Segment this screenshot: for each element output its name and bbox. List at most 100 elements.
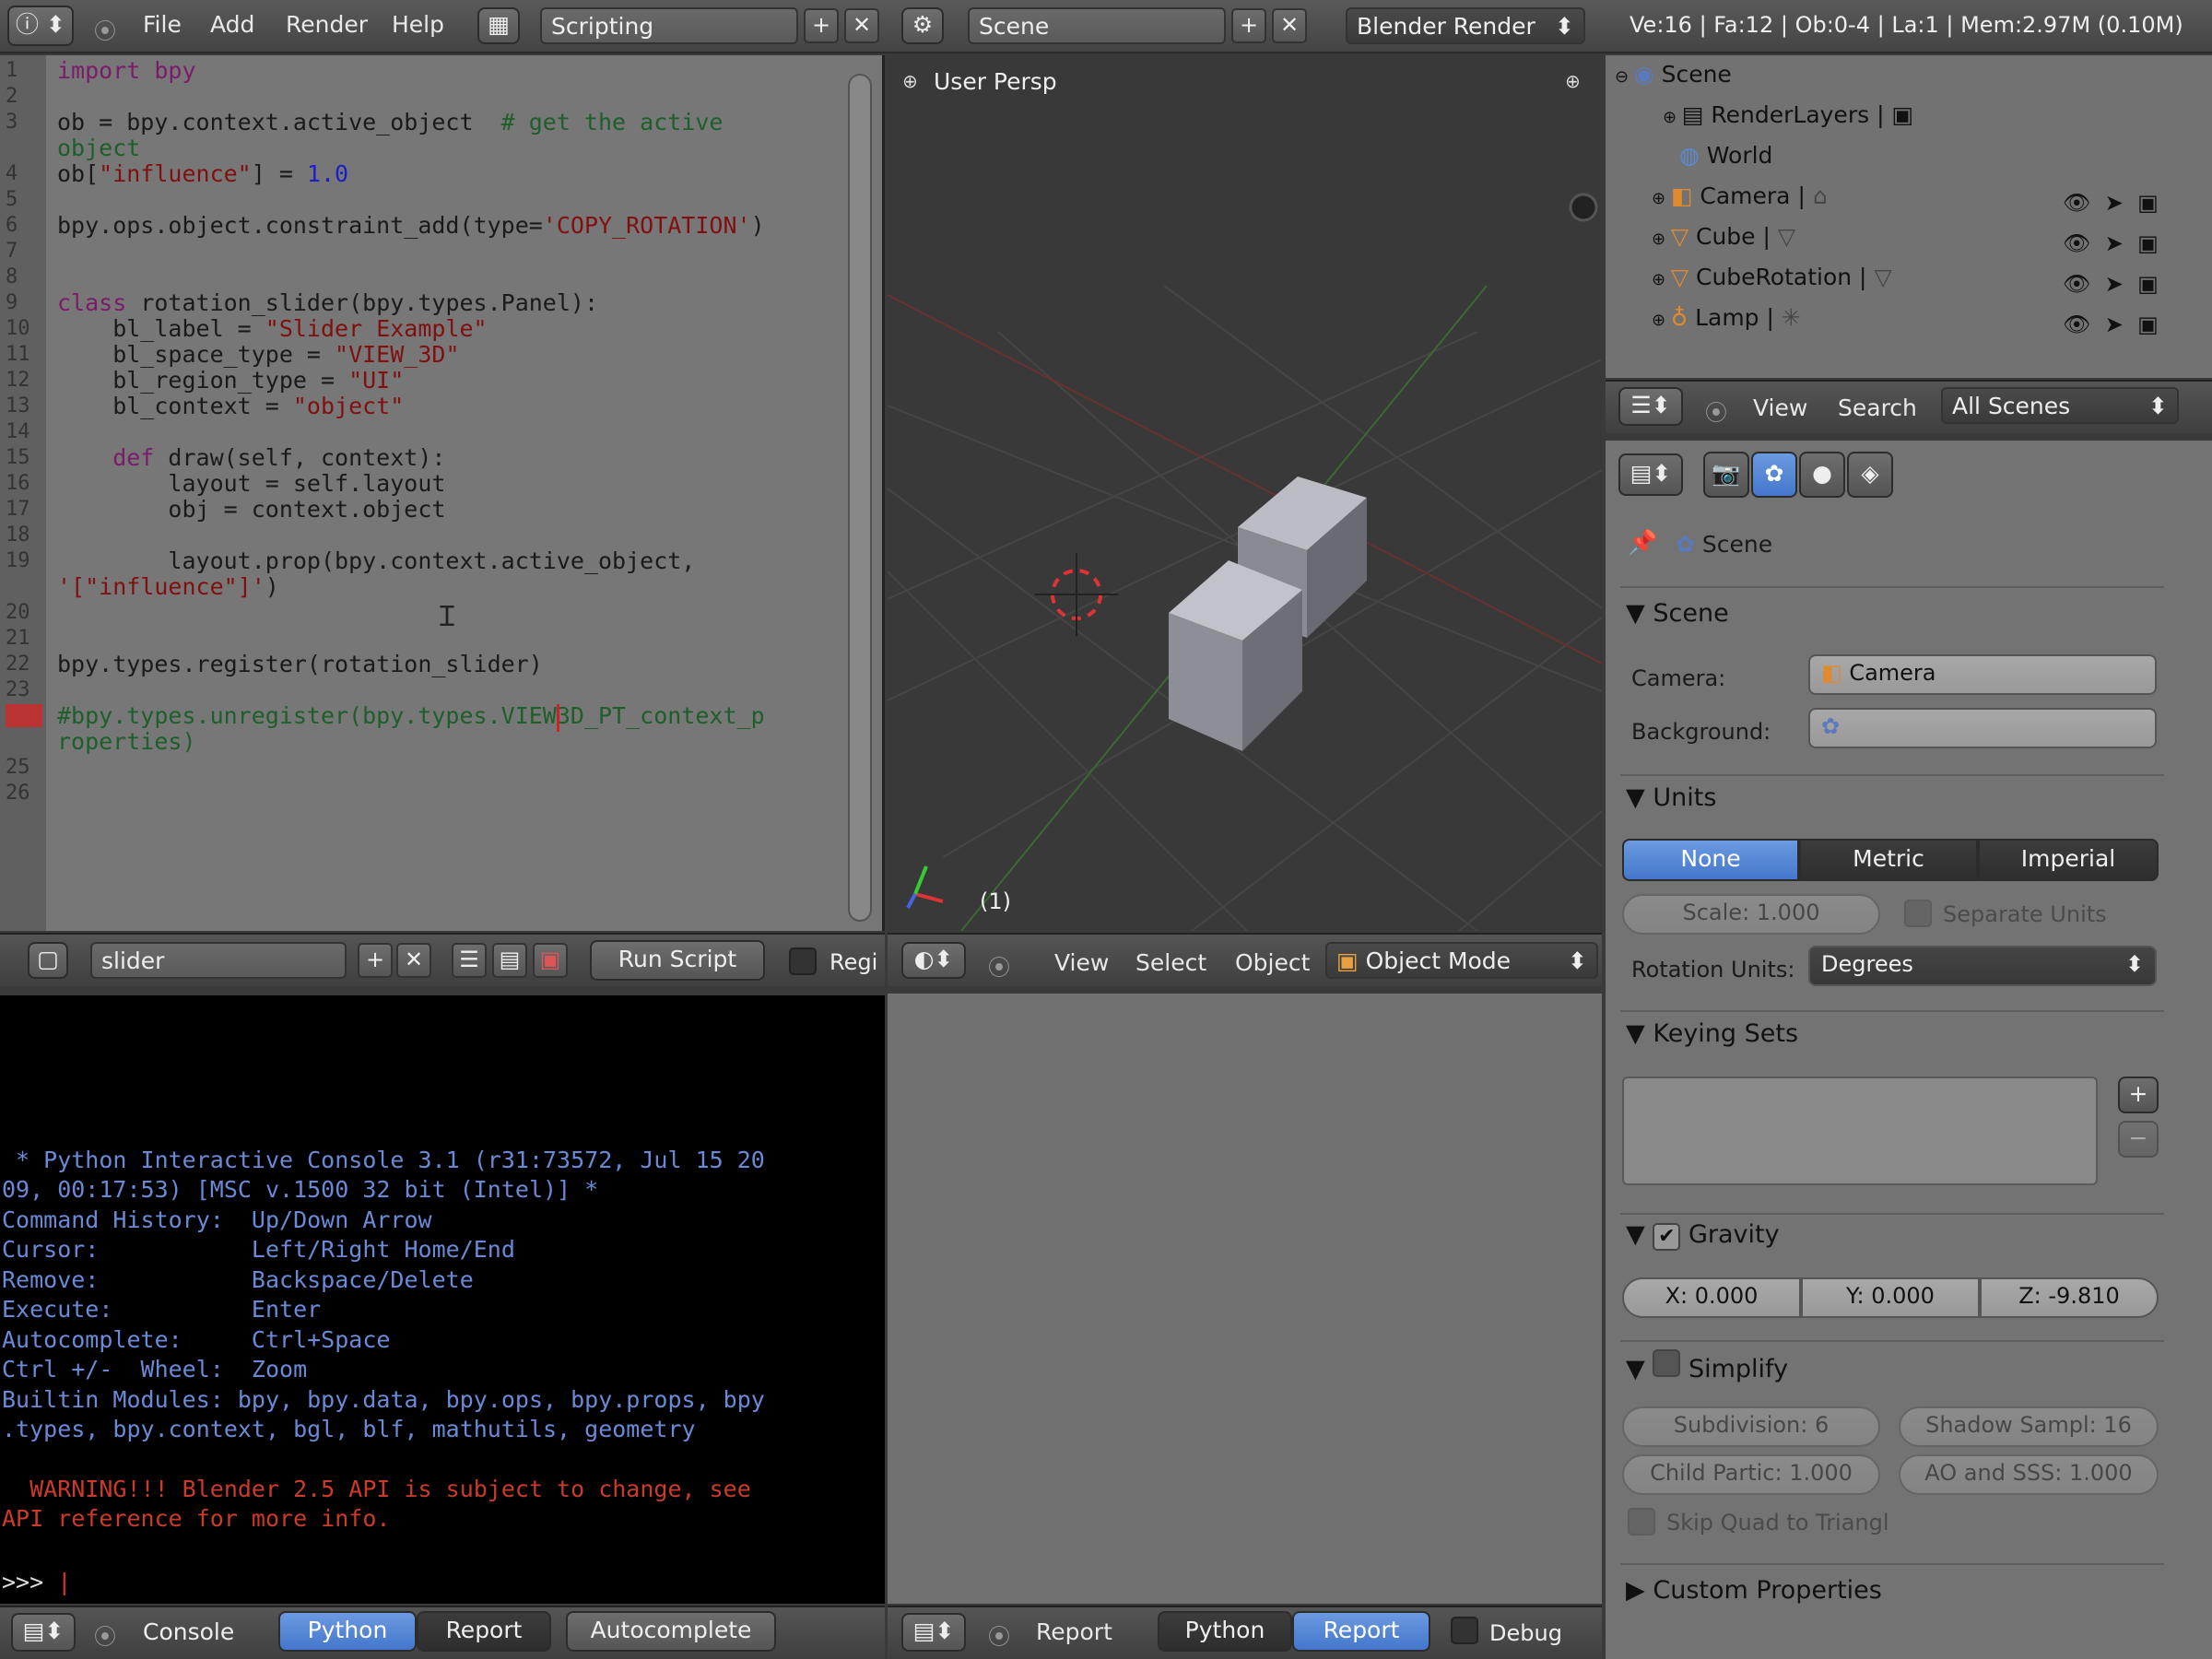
- python-filter-button[interactable]: Python: [1158, 1611, 1292, 1652]
- remove-keying-set-button[interactable]: −: [2118, 1121, 2159, 1158]
- panel-header-scene[interactable]: ▼ Scene: [1626, 599, 1729, 628]
- visibility-eye-icon[interactable]: 👁: [2063, 271, 2090, 297]
- code-line[interactable]: ob["influence"] = 1.0: [57, 160, 348, 187]
- units-imperial-button[interactable]: Imperial: [1978, 839, 2159, 881]
- register-checkbox[interactable]: [789, 947, 817, 975]
- render-tab-icon[interactable]: 📷: [1703, 452, 1749, 498]
- code-line[interactable]: layout = self.layout: [57, 470, 445, 497]
- text-datablock-field[interactable]: slider: [90, 942, 347, 979]
- code-line[interactable]: ob = bpy.context.active_object # get the…: [57, 109, 723, 135]
- editor-scrollbar[interactable]: [848, 74, 872, 922]
- units-metric-button[interactable]: Metric: [1799, 839, 1978, 881]
- menu-view[interactable]: View: [1753, 394, 1807, 421]
- autocomplete-button[interactable]: Autocomplete: [566, 1611, 776, 1652]
- gravity-z-field[interactable]: Z: -9.810: [1980, 1277, 2159, 1318]
- scene-tab-icon[interactable]: ✿: [1751, 452, 1797, 498]
- gravity-x-field[interactable]: X: 0.000: [1622, 1277, 1801, 1318]
- menu-search[interactable]: Search: [1838, 394, 1917, 421]
- code-line[interactable]: obj = context.object: [57, 496, 445, 523]
- outliner-item-world[interactable]: ◍ World: [1679, 142, 1772, 169]
- info-editor-type-button[interactable]: ▤⬍: [901, 1613, 966, 1652]
- separate-units-checkbox[interactable]: [1904, 900, 1932, 927]
- visibility-eye-icon[interactable]: 👁: [2063, 190, 2090, 216]
- view-options-icon[interactable]: ⊕: [902, 70, 918, 92]
- console-prompt[interactable]: >>> |: [2, 1569, 71, 1595]
- word-wrap-toggle[interactable]: ▤: [492, 943, 527, 978]
- menu-object[interactable]: Object: [1235, 949, 1310, 976]
- info-editor[interactable]: [888, 994, 1602, 1604]
- menu-select[interactable]: Select: [1135, 949, 1206, 976]
- outliner-editor-type-button[interactable]: ☰⬍: [1618, 387, 1683, 426]
- panel-header-keying-sets[interactable]: ▼ Keying Sets: [1626, 1019, 1798, 1048]
- ao-sss-field[interactable]: AO and SSS: 1.000: [1899, 1454, 2159, 1495]
- code-line[interactable]: bpy.ops.object.constraint_add(type='COPY…: [57, 212, 765, 239]
- debug-checkbox[interactable]: [1451, 1617, 1478, 1644]
- code-line[interactable]: class rotation_slider(bpy.types.Panel):: [57, 289, 598, 316]
- visibility-eye-icon[interactable]: 👁: [2063, 312, 2090, 337]
- menu-report[interactable]: Report: [1036, 1618, 1112, 1645]
- select-arrow-icon[interactable]: ➤: [2105, 190, 2124, 216]
- unlink-text-button[interactable]: ✕: [396, 943, 431, 978]
- code-line[interactable]: '["influence"]'): [57, 573, 279, 600]
- render-camera-icon[interactable]: ▣: [2137, 271, 2159, 297]
- rotation-units-select[interactable]: Degrees ⬍: [1808, 946, 2157, 986]
- menu-view[interactable]: View: [1054, 949, 1109, 976]
- object-mode-select[interactable]: ▣ Object Mode ⬍: [1325, 942, 1598, 979]
- outliner-item-camera[interactable]: ⊕ ◧ Camera | ⌂: [1652, 182, 1828, 209]
- menu-file[interactable]: File: [143, 11, 182, 38]
- object-tab-icon[interactable]: ◈: [1847, 452, 1893, 498]
- line-numbers-toggle[interactable]: ☰: [452, 943, 487, 978]
- select-arrow-icon[interactable]: ➤: [2105, 312, 2124, 337]
- code-line[interactable]: bl_context = "object": [57, 393, 404, 419]
- child-particles-field[interactable]: Child Partic: 1.000: [1622, 1454, 1880, 1495]
- outliner-item-renderlayers[interactable]: ⊕ ▤ RenderLayers | ▣: [1663, 101, 1913, 128]
- syntax-highlight-toggle[interactable]: ▣: [533, 943, 568, 978]
- menu-render[interactable]: Render: [286, 11, 368, 38]
- add-keying-set-button[interactable]: +: [2118, 1077, 2159, 1113]
- code-line[interactable]: bl_region_type = "UI": [57, 367, 404, 394]
- report-filter-button[interactable]: Report: [1292, 1611, 1430, 1652]
- console-editor-type-button[interactable]: ▤⬍: [11, 1613, 76, 1652]
- code-line[interactable]: import bpy: [57, 57, 196, 84]
- screen-layout-field[interactable]: Scripting: [540, 7, 798, 44]
- 3d-viewport[interactable]: ⊕ User Persp ⊕ (1): [888, 55, 1602, 931]
- simplify-checkbox[interactable]: [1653, 1349, 1681, 1377]
- units-none-button[interactable]: None: [1622, 839, 1799, 881]
- scene-icon[interactable]: ⚙: [901, 7, 944, 44]
- visibility-eye-icon[interactable]: 👁: [2063, 230, 2090, 256]
- render-camera-icon[interactable]: ▣: [2137, 312, 2159, 337]
- code-line[interactable]: bpy.types.register(rotation_slider): [57, 651, 543, 677]
- report-language-button[interactable]: Report: [417, 1611, 551, 1652]
- subdivision-field[interactable]: Subdivision: 6: [1622, 1406, 1880, 1447]
- outliner-item-scene[interactable]: ⊖ ◉ Scene: [1615, 61, 1732, 88]
- scene-field[interactable]: Scene: [968, 7, 1226, 44]
- delete-scene-button[interactable]: ✕: [1272, 8, 1307, 43]
- add-scene-button[interactable]: +: [1231, 8, 1266, 43]
- outliner-item-lamp[interactable]: ⊕ ♁ Lamp | ✳: [1652, 304, 1801, 331]
- outliner-filter-select[interactable]: All Scenes ⬍: [1941, 387, 2179, 424]
- camera-field[interactable]: ◧ Camera: [1808, 654, 2157, 695]
- cube-rotation-object[interactable]: [1169, 560, 1302, 751]
- scale-field[interactable]: Scale: 1.000: [1622, 894, 1880, 935]
- console-menu[interactable]: Console: [143, 1618, 234, 1645]
- menu-add[interactable]: Add: [210, 11, 254, 38]
- panel-header-custom-properties[interactable]: ▶ Custom Properties: [1626, 1576, 1882, 1605]
- render-camera-icon[interactable]: ▣: [2137, 190, 2159, 216]
- code-line[interactable]: object: [57, 135, 140, 161]
- python-language-button[interactable]: Python: [278, 1611, 417, 1652]
- screen-layout-icon[interactable]: ▦: [477, 7, 520, 44]
- keying-sets-list[interactable]: [1622, 1077, 2098, 1185]
- new-text-button[interactable]: +: [358, 943, 393, 978]
- gravity-y-field[interactable]: Y: 0.000: [1801, 1277, 1980, 1318]
- delete-layout-button[interactable]: ✕: [844, 8, 879, 43]
- view-options-icon[interactable]: ⊕: [1565, 70, 1581, 92]
- code-line[interactable]: layout.prop(bpy.context.active_object,: [57, 547, 695, 574]
- render-engine-select[interactable]: Blender Render ⬍: [1346, 7, 1585, 44]
- panel-header-gravity[interactable]: ▼ ✔ Gravity: [1626, 1220, 1780, 1251]
- outliner-item-cube[interactable]: ⊕ ▽ Cube | ▽: [1652, 223, 1795, 250]
- code-line[interactable]: bl_space_type = "VIEW_3D": [57, 341, 459, 368]
- panel-header-simplify[interactable]: ▼ Simplify: [1626, 1349, 1788, 1383]
- panel-header-units[interactable]: ▼ Units: [1626, 783, 1716, 812]
- code-line[interactable]: def draw(self, context):: [57, 444, 445, 471]
- run-script-button[interactable]: Run Script: [590, 940, 765, 981]
